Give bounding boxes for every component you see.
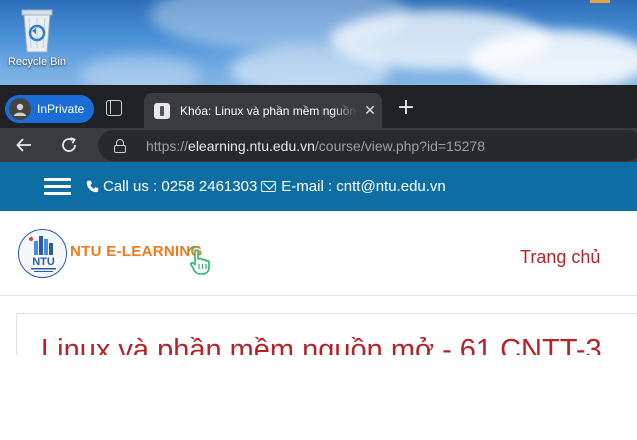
contact-email[interactable]: E-mail : cntt@ntu.edu.vn — [281, 178, 445, 195]
address-bar[interactable]: https://elearning.ntu.edu.vn/course/view… — [98, 130, 637, 161]
recycle-bin-icon — [21, 9, 53, 53]
phone-icon — [86, 180, 99, 193]
contact-phone: Call us : 0258 2461303 — [103, 178, 258, 195]
inprivate-button[interactable]: InPrivate — [5, 95, 95, 123]
menu-icon[interactable] — [44, 178, 72, 196]
site-favicon-icon — [154, 102, 170, 119]
browser-toolbar: https://elearning.ntu.edu.vn/course/view… — [0, 128, 637, 162]
pointing-hand-icon — [187, 246, 210, 275]
tab-strip: InPrivate Khóa: Linux và phần mềm nguồn … — [0, 85, 637, 128]
mail-icon — [261, 181, 277, 192]
lock-icon[interactable] — [114, 138, 126, 153]
site-logo-text[interactable]: NTU E-LEARNING — [70, 243, 203, 260]
site-topbar: Call us : 0258 2461303 E-mail : cntt@ntu… — [0, 162, 637, 211]
close-tab-icon[interactable]: ✕ — [362, 103, 378, 119]
new-tab-icon[interactable]: + — [394, 97, 418, 121]
recycle-bin-shortcut[interactable]: Recycle Bin — [4, 6, 70, 68]
course-header-card: Linux và phần mềm nguồn mở - 61 CNTT-3 — [16, 313, 637, 355]
contact-info: Call us : 0258 2461303 E-mail : cntt@ntu… — [86, 162, 446, 211]
url-text: https://elearning.ntu.edu.vn/course/view… — [146, 137, 485, 154]
web-page: Call us : 0258 2461303 E-mail : cntt@ntu… — [0, 162, 637, 355]
back-icon[interactable] — [12, 133, 36, 157]
recycle-bin-label: Recycle Bin — [7, 56, 67, 68]
tab-actions-icon[interactable] — [106, 100, 122, 116]
inprivate-label: InPrivate — [37, 102, 85, 116]
refresh-icon[interactable] — [57, 133, 81, 157]
site-header: NTU NTU E-LEARNING Trang chủ — [0, 211, 637, 296]
university-logo[interactable]: NTU — [18, 229, 67, 278]
nav-home-link[interactable]: Trang chủ — [520, 247, 600, 268]
blank-area — [0, 355, 637, 440]
profile-avatar-icon — [9, 98, 31, 120]
screen: Recycle Bin InPrivate Khóa: Linux và phầ… — [0, 0, 637, 440]
course-title: Linux và phần mềm nguồn mở - 61 CNTT-3 — [41, 334, 602, 355]
tab-title: Khóa: Linux và phần mềm nguồn mở - 61 CN… — [180, 103, 358, 118]
logo-badge-text: NTU — [32, 256, 55, 268]
tab-active[interactable]: Khóa: Linux và phần mềm nguồn mở - 61 CN… — [144, 93, 382, 128]
desktop-wallpaper: Recycle Bin — [0, 0, 637, 92]
browser-window: InPrivate Khóa: Linux và phần mềm nguồn … — [0, 85, 637, 355]
